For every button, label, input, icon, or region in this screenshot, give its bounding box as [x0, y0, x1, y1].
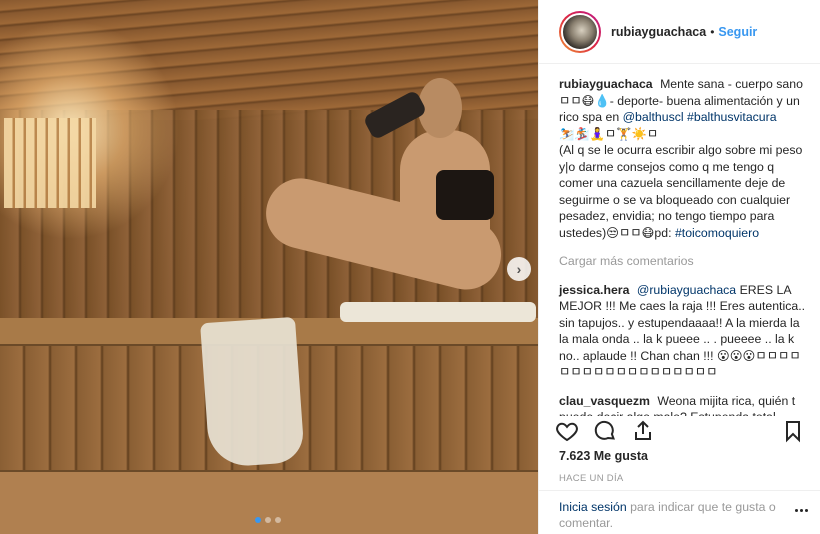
- comment-item: jessica.hera @rubiayguachaca ERES LA MEJ…: [559, 282, 807, 381]
- comment-username[interactable]: clau_vasquezm: [559, 394, 650, 408]
- caption: rubiayguachaca Mente sana - cuerpo sano …: [559, 76, 807, 241]
- post-side-panel: rubiayguachaca • Seguir rubiayguachaca M…: [538, 0, 820, 534]
- comment-username[interactable]: jessica.hera: [559, 283, 629, 297]
- avatar-ring[interactable]: [559, 10, 601, 53]
- caption-username[interactable]: rubiayguachaca: [559, 77, 653, 91]
- caption-hashtag-1[interactable]: #balthusvitacura: [687, 110, 777, 124]
- comment-item: clau_vasquezm Weona mijita rica, quién t…: [559, 393, 807, 417]
- post-header: rubiayguachaca • Seguir: [539, 0, 820, 64]
- photo-figure-top: [436, 170, 494, 220]
- post-time: HACE UN DÍA: [559, 473, 624, 484]
- comment-mention[interactable]: @rubiayguachaca: [637, 283, 736, 297]
- caption-mention[interactable]: @balthuscl: [623, 110, 684, 124]
- more-options-icon[interactable]: [795, 509, 809, 513]
- photo-bench-low: [0, 470, 538, 534]
- carousel-dot: [275, 517, 281, 523]
- heart-icon[interactable]: [555, 419, 579, 443]
- login-link[interactable]: Inicia sesión: [559, 500, 627, 514]
- post-photo[interactable]: ›: [0, 0, 538, 534]
- chevron-right-icon[interactable]: ›: [507, 257, 531, 281]
- follow-button[interactable]: Seguir: [718, 25, 757, 39]
- photo-towel-hanging: [200, 316, 305, 469]
- caption-text-2: ⛷️🏂🧘‍♀️ㅁ🏋️☀️ㅁ: [559, 126, 659, 141]
- header-bullet: •: [710, 24, 715, 39]
- action-bar: [539, 416, 820, 446]
- comments-section: rubiayguachaca Mente sana - cuerpo sano …: [539, 64, 820, 416]
- likes-count[interactable]: 7.623 Me gusta: [559, 449, 648, 463]
- avatar[interactable]: [561, 12, 599, 51]
- photo-lamp: [4, 118, 96, 208]
- bookmark-icon[interactable]: [781, 419, 805, 443]
- comment-icon[interactable]: [593, 419, 617, 443]
- caption-hashtag-2[interactable]: #toicomoquiero: [675, 226, 759, 240]
- carousel-dot: [255, 517, 261, 523]
- share-icon[interactable]: [631, 419, 655, 443]
- login-prompt: Inicia sesión para indicar que te gusta …: [539, 490, 820, 534]
- carousel-dot: [265, 517, 271, 523]
- load-more-comments[interactable]: Cargar más comentarios: [559, 253, 807, 270]
- photo-towel-seat: [340, 302, 536, 322]
- header-username[interactable]: rubiayguachaca: [611, 25, 706, 39]
- carousel-dots: [255, 517, 281, 523]
